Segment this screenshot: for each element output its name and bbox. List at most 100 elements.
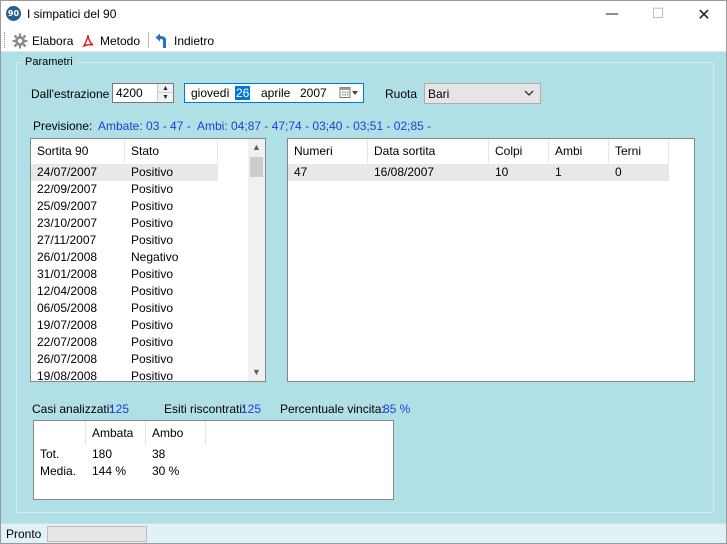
table-row[interactable]: 06/05/2008 Positivo [31, 300, 218, 317]
sortita-cell: 22/07/2008 [37, 335, 98, 349]
vertical-scrollbar[interactable]: ▲ ▼ [248, 139, 265, 381]
minimize-button[interactable]: — [589, 1, 635, 28]
date-picker[interactable]: giovedì 26 aprile 2007 [184, 83, 364, 103]
table-row[interactable]: 24/07/2007 Positivo [31, 164, 218, 181]
table-row[interactable]: 26/01/2008 Negativo [31, 249, 218, 266]
spin-up-icon[interactable]: ▲ [158, 84, 173, 93]
column-header-terni[interactable]: Terni [609, 139, 669, 163]
estrazione-label: Dall'estrazione [31, 87, 110, 101]
estrazione-stepper[interactable]: 4200 ▲ ▼ [112, 83, 174, 103]
column-header-ambi[interactable]: Ambi [549, 139, 609, 163]
stato-cell: Positivo [131, 369, 174, 382]
chevron-down-icon [524, 87, 534, 102]
app-icon: 90 [6, 6, 21, 21]
table-row[interactable]: 25/09/2007 Positivo [31, 198, 218, 215]
column-header-numeri[interactable]: Numeri [288, 139, 368, 163]
row-label-cell: Media. [40, 464, 77, 478]
dettaglio-list-header: Numeri Data sortita Colpi Ambi Terni [288, 139, 669, 163]
window-title: I simpatici del 90 [27, 7, 117, 21]
summary-table-header: Ambata Ambo [34, 421, 206, 445]
table-row[interactable]: 12/04/2008 Positivo [31, 283, 218, 300]
sortita-cell: 26/07/2008 [37, 352, 98, 366]
ruota-value: Bari [428, 87, 450, 101]
dettaglio-list[interactable]: Numeri Data sortita Colpi Ambi Terni 47 … [287, 138, 695, 382]
stato-cell: Positivo [131, 182, 174, 196]
calendar-dropdown-icon[interactable] [339, 86, 359, 100]
column-header-sortita[interactable]: Sortita 90 [31, 139, 125, 163]
sortita-cell: 25/09/2007 [37, 199, 98, 213]
indietro-button[interactable]: Indietro [154, 31, 214, 50]
column-header-empty[interactable] [34, 421, 86, 445]
ambo-cell: 30 % [152, 464, 180, 478]
sortita-cell: 27/11/2007 [37, 233, 97, 247]
column-header-colpi[interactable]: Colpi [489, 139, 549, 163]
ambate-text: Ambate: 03 - 47 - [98, 119, 191, 133]
scrollbar-thumb[interactable] [250, 157, 263, 177]
ambata-cell: 180 [92, 447, 113, 461]
column-header-stato[interactable]: Stato [125, 139, 218, 163]
table-row[interactable]: 22/07/2008 Positivo [31, 334, 218, 351]
sortita-cell: 19/07/2008 [37, 318, 98, 332]
sortite-list-header: Sortita 90 Stato [31, 139, 218, 163]
casi-label: Casi analizzati: [32, 402, 113, 416]
progress-bar [47, 526, 147, 542]
stato-cell: Positivo [131, 165, 174, 179]
stato-cell: Positivo [131, 216, 174, 230]
stato-cell: Positivo [131, 318, 174, 332]
ruota-select[interactable]: Bari [424, 83, 541, 104]
table-row[interactable]: Media. 144 % 30 % [34, 463, 206, 480]
stato-cell: Positivo [131, 352, 174, 366]
percentuale-value: 85 % [383, 402, 411, 416]
sortita-cell: 26/01/2008 [37, 250, 98, 264]
scroll-down-icon[interactable]: ▼ [248, 364, 265, 381]
parametri-label: Parametri [23, 56, 75, 68]
metodo-label: Metodo [100, 33, 141, 48]
close-button[interactable]: ✕ [681, 1, 727, 28]
stato-cell: Positivo [131, 267, 174, 281]
table-row[interactable]: 22/09/2007 Positivo [31, 181, 218, 198]
sortita-cell: 31/01/2008 [37, 267, 98, 281]
row-label-cell: Tot. [40, 447, 60, 461]
spin-buttons[interactable]: ▲ ▼ [157, 84, 173, 102]
toolbar-separator [148, 32, 149, 48]
date-year: 2007 [300, 86, 327, 100]
table-row[interactable]: Tot. 180 38 [34, 446, 206, 463]
gear-icon [12, 33, 28, 49]
date-month: aprile [261, 86, 291, 100]
stato-cell: Negativo [131, 250, 179, 264]
elabora-label: Elabora [32, 33, 74, 48]
spin-down-icon[interactable]: ▼ [158, 93, 173, 102]
maximize-button[interactable]: ☐ [635, 1, 681, 28]
table-row[interactable]: 31/01/2008 Positivo [31, 266, 218, 283]
scroll-up-icon[interactable]: ▲ [248, 139, 265, 156]
summary-table[interactable]: Ambata Ambo Tot. 180 38 Media. 144 % 30 … [33, 420, 394, 500]
sortita-cell: 06/05/2008 [37, 301, 98, 315]
table-row[interactable]: 27/11/2007 Positivo [31, 232, 218, 249]
ambata-cell: 144 % [92, 464, 127, 478]
toolbar-grip[interactable] [4, 32, 7, 48]
column-header-data-sortita[interactable]: Data sortita [368, 139, 489, 163]
esiti-label: Esiti riscontrati: [164, 402, 246, 416]
stato-cell: Positivo [131, 301, 174, 315]
table-row[interactable]: 19/08/2008 Positivo [31, 368, 218, 382]
sortite-list[interactable]: Sortita 90 Stato 24/07/2007 Positivo 22/… [30, 138, 266, 382]
table-row[interactable]: 23/10/2007 Positivo [31, 215, 218, 232]
estrazione-value: 4200 [116, 86, 143, 100]
date-day[interactable]: 26 [235, 86, 251, 100]
column-header-ambo[interactable]: Ambo [146, 421, 206, 445]
sortita-cell: 19/08/2008 [37, 369, 98, 382]
ambi-cell: 1 [555, 165, 562, 179]
table-row[interactable]: 47 16/08/2007 10 1 0 [288, 164, 669, 181]
metodo-button[interactable]: Metodo [80, 31, 140, 50]
esiti-value: 125 [241, 402, 262, 416]
stato-cell: Positivo [131, 199, 174, 213]
colpi-cell: 10 [495, 165, 509, 179]
toolbar: Elabora Metodo Indietro [1, 28, 726, 52]
casi-value: 125 [109, 402, 130, 416]
column-header-ambata[interactable]: Ambata [86, 421, 146, 445]
table-row[interactable]: 26/07/2008 Positivo [31, 351, 218, 368]
elabora-button[interactable]: Elabora [12, 31, 73, 50]
table-row[interactable]: 19/07/2008 Positivo [31, 317, 218, 334]
indietro-label: Indietro [174, 33, 215, 48]
sortita-cell: 24/07/2007 [37, 165, 98, 179]
